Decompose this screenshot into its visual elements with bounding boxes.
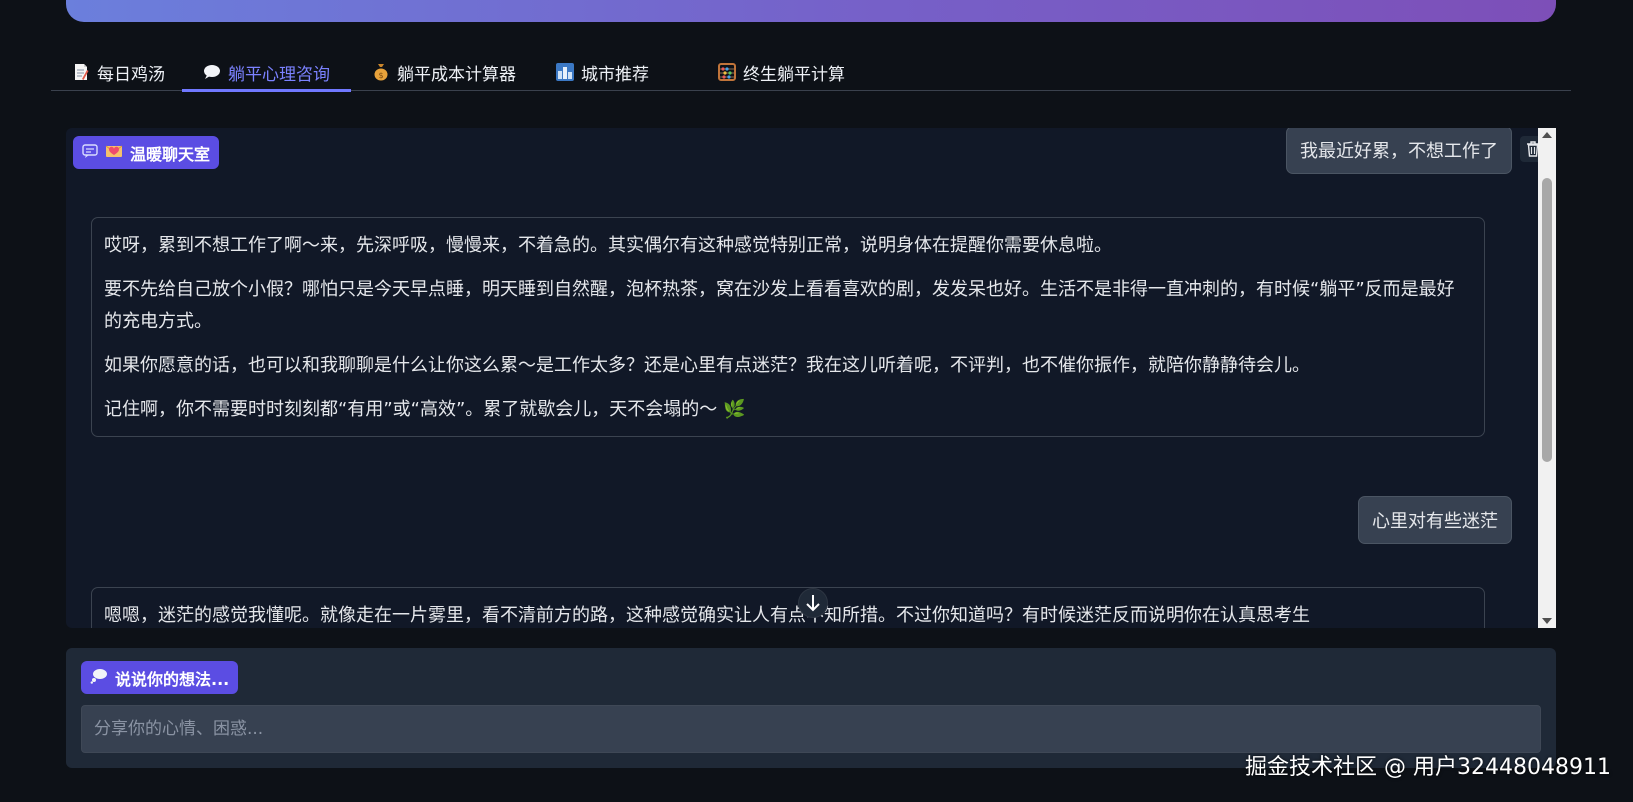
tab-psych-consult[interactable]: 躺平心理咨询 <box>182 54 351 92</box>
arrow-down-icon <box>806 595 820 612</box>
tab-label: 每日鸡汤 <box>97 64 165 85</box>
speech-bubble-icon <box>203 63 221 81</box>
abacus-icon <box>718 63 736 81</box>
chat-room-title: 温暖聊天室 <box>130 144 211 164</box>
chat-scrollbar[interactable] <box>1538 128 1556 628</box>
message-text: 我最近好累，不想工作了 <box>1300 141 1498 162</box>
chat-icon <box>82 143 98 162</box>
message-text: 心里对有些迷茫 <box>1372 511 1498 532</box>
message-paragraph: 哎呀，累到不想工作了啊～来，先深呼吸，慢慢来，不着急的。其实偶尔有这种感觉特别正… <box>104 235 1112 256</box>
svg-text:$: $ <box>378 71 383 80</box>
scroll-down-arrow[interactable] <box>1542 618 1552 624</box>
chat-panel: 温暖聊天室 我最近好累，不想工作了 哎呀，累到不想工作了啊～来，先深呼吸，慢慢来… <box>66 128 1556 628</box>
money-bag-icon: $ <box>372 63 390 81</box>
scroll-to-bottom-button[interactable] <box>798 588 828 618</box>
tab-lifetime-calc[interactable]: 终生躺平计算 <box>718 54 845 90</box>
tab-city-recommend[interactable]: 城市推荐 <box>556 54 649 90</box>
bot-message: 嗯嗯，迷茫的感觉我懂呢。就像走在一片雾里，看不清前方的路，这种感觉确实让人有点不… <box>91 587 1485 628</box>
message-paragraph: 要不先给自己放个小假？哪怕只是今天早点睡，明天睡到自然醒，泡杯热茶，窝在沙发上看… <box>104 279 1455 332</box>
message-paragraph: 嗯嗯，迷茫的感觉我懂呢。就像走在一片雾里，看不清前方的路，这种感觉确实让人有点不… <box>104 605 1310 626</box>
top-banner <box>66 0 1556 22</box>
tab-cost-calculator[interactable]: $ 躺平成本计算器 <box>372 54 516 90</box>
message-paragraph: 记住啊，你不需要时时刻刻都“有用”或“高效”。累了就歇会儿，天不会塌的～ 🌿 <box>104 399 746 420</box>
tab-bar: 每日鸡汤 躺平心理咨询 $ 躺平成本计算器 城市推荐 终生躺平计算 <box>51 54 1571 92</box>
input-label: 说说你的想法... <box>81 661 239 694</box>
message-input[interactable] <box>81 705 1541 753</box>
input-label-text: 说说你的想法... <box>115 669 230 689</box>
tab-daily-quote[interactable]: 每日鸡汤 <box>72 54 165 90</box>
user-message: 我最近好累，不想工作了 <box>1286 128 1512 174</box>
tab-label: 躺平成本计算器 <box>397 64 516 85</box>
page: 每日鸡汤 躺平心理咨询 $ 躺平成本计算器 城市推荐 终生躺平计算 温暖聊天室 … <box>0 0 1633 802</box>
message-paragraph: 如果你愿意的话，也可以和我聊聊是什么让你这么累～是工作太多？还是心里有点迷茫？我… <box>104 355 1310 376</box>
scroll-up-arrow[interactable] <box>1542 132 1552 138</box>
city-icon <box>556 63 574 81</box>
chat-room-label: 温暖聊天室 <box>73 136 220 169</box>
bot-message: 哎呀，累到不想工作了啊～来，先深呼吸，慢慢来，不着急的。其实偶尔有这种感觉特别正… <box>91 217 1485 437</box>
thought-bubble-icon <box>90 668 108 688</box>
heart-letter-icon <box>105 143 123 162</box>
scroll-thumb[interactable] <box>1542 178 1552 462</box>
watermark: 掘金技术社区 @ 用户32448048911 <box>1245 755 1611 780</box>
memo-icon <box>72 63 90 81</box>
tab-label: 城市推荐 <box>581 64 649 85</box>
tab-label: 躺平心理咨询 <box>228 64 330 85</box>
user-message: 心里对有些迷茫 <box>1358 496 1512 544</box>
tab-label: 终生躺平计算 <box>743 64 845 85</box>
